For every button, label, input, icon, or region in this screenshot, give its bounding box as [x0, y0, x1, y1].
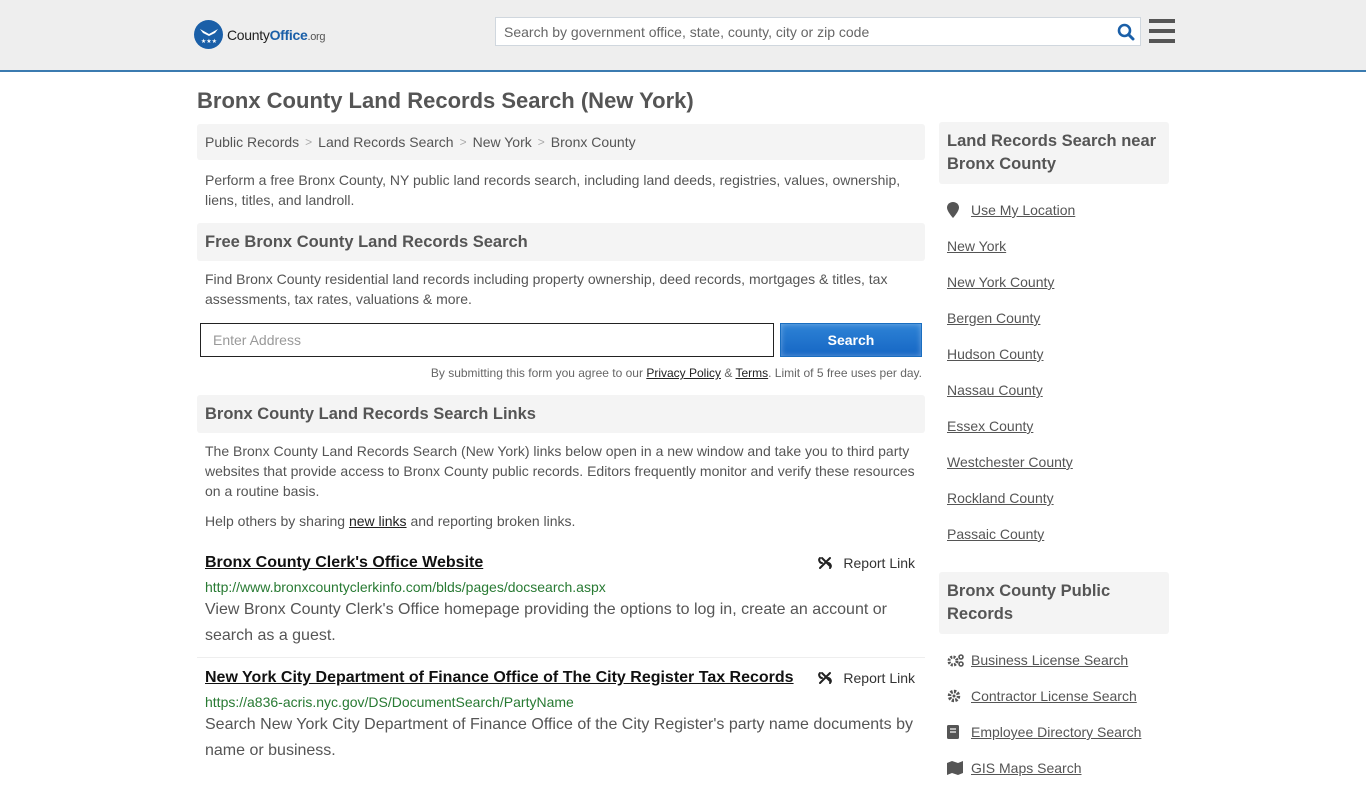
- logo[interactable]: ★★★ CountyOffice.org: [194, 20, 326, 49]
- new-links-link[interactable]: new links: [349, 513, 407, 529]
- nearby-link[interactable]: New York: [947, 238, 1006, 254]
- breadcrumb-separator: >: [459, 135, 467, 149]
- resource-link-url: https://a836-acris.nyc.gov/DS/DocumentSe…: [205, 694, 574, 710]
- links-heading: Bronx County Land Records Search Links: [197, 395, 925, 433]
- map-marker-icon: [947, 202, 965, 218]
- report-link-label: Report Link: [843, 555, 915, 571]
- intro-text: Perform a free Bronx County, NY public l…: [205, 172, 901, 208]
- logo-text: CountyOffice.org: [227, 26, 326, 43]
- terms-notice: By submitting this form you agree to our…: [197, 366, 925, 380]
- svg-text:★★★: ★★★: [200, 38, 216, 45]
- nearby-item[interactable]: Hudson County: [947, 336, 1161, 372]
- public-record-item[interactable]: GIS Maps Search: [947, 750, 1161, 786]
- nearby-link[interactable]: Nassau County: [947, 382, 1043, 398]
- gear-icon: [947, 689, 965, 703]
- hamburger-menu-icon[interactable]: [1149, 19, 1175, 43]
- breadcrumb-new-york[interactable]: New York: [473, 134, 532, 150]
- use-my-location-link[interactable]: Use My Location: [971, 202, 1075, 218]
- broken-link-icon: [818, 557, 833, 569]
- resource-link-item: New York City Department of Finance Offi…: [197, 667, 925, 764]
- nearby-list: Use My Location New York New York County…: [939, 192, 1169, 552]
- report-link-button[interactable]: Report Link: [817, 670, 915, 686]
- sidebar: Land Records Search near Bronx County Us…: [939, 122, 1169, 786]
- nearby-item[interactable]: Westchester County: [947, 444, 1161, 480]
- nearby-link[interactable]: Rockland County: [947, 490, 1054, 506]
- terms-suffix: . Limit of 5 free uses per day.: [768, 366, 922, 380]
- nearby-item[interactable]: New York County: [947, 264, 1161, 300]
- nearby-item[interactable]: New York: [947, 228, 1161, 264]
- breadcrumb-separator: >: [305, 135, 313, 149]
- nearby-link[interactable]: Hudson County: [947, 346, 1044, 362]
- public-record-item[interactable]: Contractor License Search: [947, 678, 1161, 714]
- resource-link-item: Bronx County Clerk's Office Website Repo…: [197, 552, 925, 649]
- public-record-link[interactable]: Business License Search: [971, 652, 1128, 668]
- resource-link-title[interactable]: New York City Department of Finance Offi…: [205, 669, 794, 687]
- public-record-link[interactable]: Employee Directory Search: [971, 724, 1141, 740]
- resource-link-title[interactable]: Bronx County Clerk's Office Website: [205, 554, 483, 572]
- public-records-list: Business License Search Contractor Licen…: [939, 642, 1169, 786]
- nearby-item[interactable]: Essex County: [947, 408, 1161, 444]
- nearby-link[interactable]: Passaic County: [947, 526, 1044, 542]
- address-input[interactable]: [200, 323, 774, 357]
- terms-amp: &: [721, 366, 736, 380]
- terms-prefix: By submitting this form you agree to our: [430, 366, 647, 380]
- divider: [197, 657, 925, 658]
- nearby-link[interactable]: Bergen County: [947, 310, 1040, 326]
- site-search: [495, 17, 1141, 46]
- links-description: The Bronx County Land Records Search (Ne…: [205, 443, 915, 499]
- help-text: Help others by sharing new links and rep…: [197, 511, 925, 531]
- gears-icon: [947, 653, 965, 667]
- public-record-link[interactable]: Contractor License Search: [971, 688, 1137, 704]
- free-search-heading: Free Bronx County Land Records Search: [197, 223, 925, 261]
- nearby-item[interactable]: Nassau County: [947, 372, 1161, 408]
- resource-link-description: Search New York City Department of Finan…: [205, 716, 913, 759]
- map-icon: [947, 761, 965, 775]
- main-content: Public Records > Land Records Search > N…: [197, 124, 925, 764]
- nearby-item[interactable]: Bergen County: [947, 300, 1161, 336]
- free-search-description: Find Bronx County residential land recor…: [205, 271, 888, 307]
- resource-link-url: http://www.bronxcountyclerkinfo.com/blds…: [205, 579, 606, 595]
- breadcrumb-land-records-search[interactable]: Land Records Search: [318, 134, 453, 150]
- nearby-link[interactable]: New York County: [947, 274, 1054, 290]
- report-link-label: Report Link: [843, 670, 915, 686]
- nearby-link[interactable]: Essex County: [947, 418, 1033, 434]
- address-search-button[interactable]: Search: [780, 323, 922, 357]
- use-my-location[interactable]: Use My Location: [947, 192, 1161, 228]
- search-icon[interactable]: [1112, 18, 1140, 45]
- breadcrumb-public-records[interactable]: Public Records: [205, 134, 299, 150]
- public-record-item[interactable]: Employee Directory Search: [947, 714, 1161, 750]
- broken-link-icon: [818, 672, 833, 684]
- nearby-heading: Land Records Search near Bronx County: [939, 122, 1169, 184]
- site-search-input[interactable]: [496, 18, 1112, 45]
- book-icon: [947, 725, 965, 739]
- help-suffix: and reporting broken links.: [406, 513, 576, 529]
- breadcrumb-separator: >: [537, 135, 545, 149]
- resource-link-description: View Bronx County Clerk's Office homepag…: [205, 601, 887, 644]
- report-link-button[interactable]: Report Link: [817, 555, 915, 571]
- privacy-policy-link[interactable]: Privacy Policy: [646, 366, 721, 380]
- terms-link[interactable]: Terms: [735, 366, 768, 380]
- breadcrumb-bronx-county: Bronx County: [550, 134, 636, 150]
- public-record-item[interactable]: Business License Search: [947, 642, 1161, 678]
- help-prefix: Help others by sharing: [205, 513, 349, 529]
- site-header: ★★★ CountyOffice.org: [0, 0, 1366, 72]
- breadcrumb: Public Records > Land Records Search > N…: [197, 124, 925, 160]
- address-search-form: Search: [197, 323, 925, 357]
- public-record-link[interactable]: GIS Maps Search: [971, 760, 1082, 776]
- page-title: Bronx County Land Records Search (New Yo…: [197, 88, 694, 113]
- eagle-logo-icon: ★★★: [194, 20, 223, 49]
- nearby-item[interactable]: Rockland County: [947, 480, 1161, 516]
- nearby-link[interactable]: Westchester County: [947, 454, 1073, 470]
- public-records-heading: Bronx County Public Records: [939, 572, 1169, 634]
- nearby-item[interactable]: Passaic County: [947, 516, 1161, 552]
